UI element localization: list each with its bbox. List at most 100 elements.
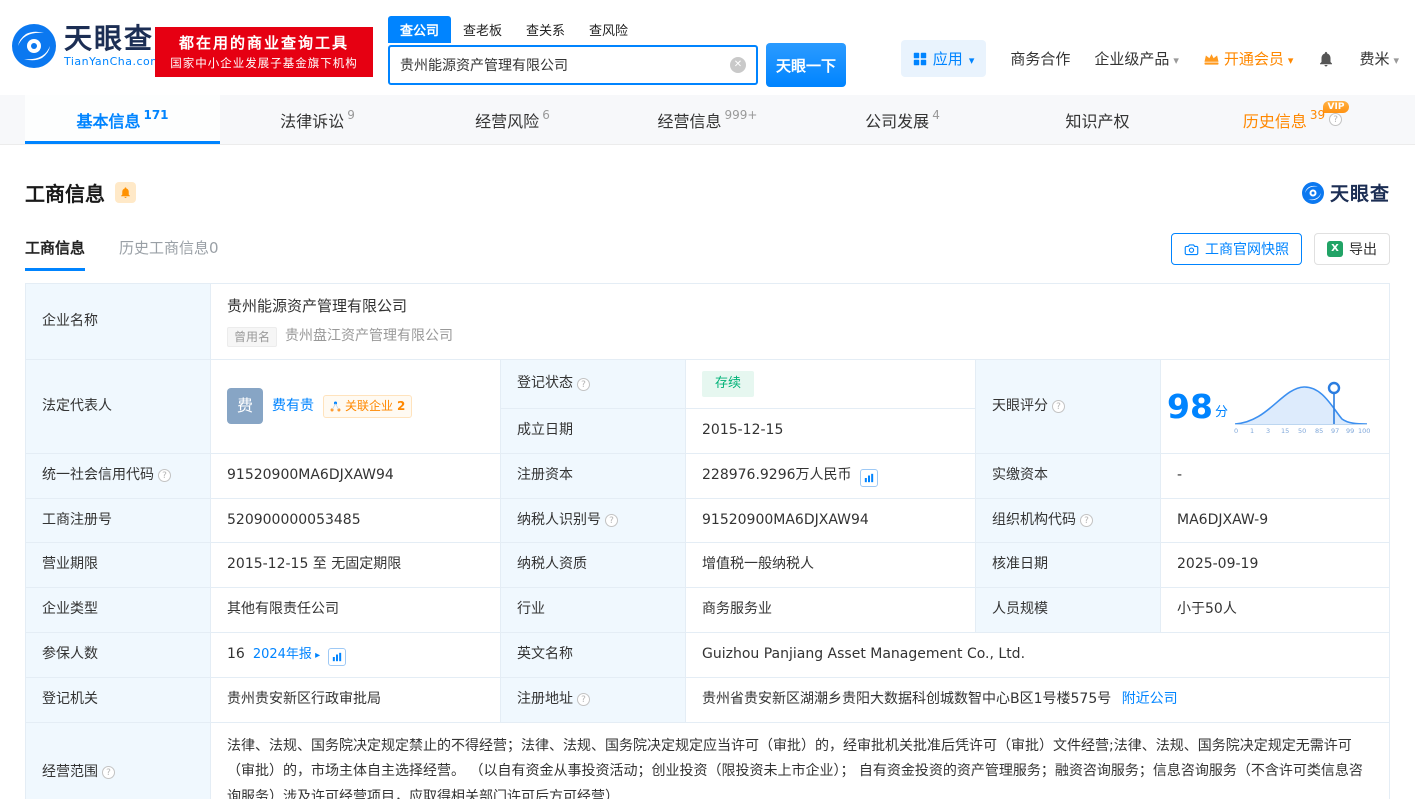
tab-operation-risk[interactable]: 经营风险 6 [415, 95, 610, 144]
reg-number-value: 520900000053485 [211, 498, 501, 543]
reg-capital-label: 注册资本 [501, 453, 686, 498]
establish-date-value: 2015-12-15 [686, 409, 976, 454]
subtab-business-info[interactable]: 工商信息 [25, 237, 85, 271]
help-icon[interactable] [1080, 514, 1093, 527]
tab-operation-info[interactable]: 经营信息 999+ [610, 95, 805, 144]
tyc-score: 98 分 0 1 3 15 50 85 97 [1167, 377, 1383, 435]
paid-capital-value: - [1161, 453, 1390, 498]
paid-capital-label: 实缴资本 [976, 453, 1161, 498]
svg-text:1: 1 [1250, 427, 1254, 435]
subtabs: 工商信息 历史工商信息0 [25, 237, 219, 271]
promo-line2: 国家中小企业发展子基金旗下机构 [161, 55, 367, 72]
tab-intellectual-property[interactable]: 知识产权 [1000, 95, 1195, 144]
brand-name: 天眼查 [64, 24, 161, 55]
staff-size-value: 小于50人 [1161, 588, 1390, 633]
insured-count-value: 16 [227, 646, 245, 662]
avatar[interactable]: 费 [227, 388, 263, 424]
approval-date-label: 核准日期 [976, 543, 1161, 588]
nav-enterprise-products[interactable]: 企业级产品 [1094, 48, 1179, 69]
table-row: 营业期限 2015-12-15 至 无固定期限 纳税人资质 增值税一般纳税人 核… [26, 543, 1390, 588]
legal-rep-link[interactable]: 费有贵 [272, 396, 314, 418]
company-name-value: 贵州能源资产管理有限公司 [227, 295, 1373, 318]
help-icon[interactable] [605, 514, 618, 527]
business-scope-value: 法律、法规、国务院决定规定禁止的不得经营；法律、法规、国务院决定规定应当许可（审… [227, 734, 1373, 799]
business-scope-label: 经营范围 [42, 762, 98, 784]
score-value: 98 [1167, 390, 1213, 423]
legal-rep-label: 法定代表人 [26, 359, 211, 453]
capital-trend-chart-icon[interactable] [860, 469, 878, 487]
username: 费米 [1359, 48, 1389, 69]
reg-address-label: 注册地址 [517, 689, 573, 711]
tab-history-info[interactable]: VIP 历史信息 39 [1195, 95, 1390, 144]
clear-search-icon[interactable] [730, 57, 746, 73]
search-tab-company[interactable]: 查公司 [388, 16, 451, 43]
chevron-down-icon [1173, 50, 1179, 68]
main-content: 工商信息 天眼查 工商信息 历史工商信息0 [0, 178, 1415, 799]
apps-menu-button[interactable]: 应用 [901, 40, 987, 77]
org-code-value: MA6DJXAW-9 [1161, 498, 1390, 543]
help-icon[interactable] [1329, 113, 1342, 126]
svg-text:99: 99 [1346, 427, 1354, 435]
user-menu[interactable]: 费米 [1359, 48, 1399, 69]
nav-cooperation[interactable]: 商务合作 [1010, 48, 1070, 69]
establish-date-label: 成立日期 [501, 409, 686, 454]
help-icon[interactable] [1052, 400, 1065, 413]
search-box[interactable] [388, 45, 758, 85]
search-button[interactable]: 天眼一下 [766, 43, 846, 87]
subscribe-bell-icon[interactable] [115, 182, 136, 203]
nav-open-vip[interactable]: 开通会员 [1203, 48, 1294, 69]
tab-company-development[interactable]: 公司发展 4 [805, 95, 1000, 144]
chevron-down-icon [1393, 50, 1399, 68]
subtab-history-business-info[interactable]: 历史工商信息0 [119, 237, 219, 271]
business-info-table: 企业名称 贵州能源资产管理有限公司 曾用名 贵州盘江资产管理有限公司 法定代表人… [25, 283, 1390, 799]
former-name-tag: 曾用名 [227, 327, 277, 347]
taxpayer-id-value: 91520900MA6DJXAW94 [686, 498, 976, 543]
search-tab-risk[interactable]: 查风险 [577, 16, 640, 43]
promo-line1: 都在用的商业查询工具 [161, 32, 367, 55]
top-nav: 应用 商务合作 企业级产品 开通会员 费米 [901, 40, 1399, 77]
svg-text:100: 100 [1358, 427, 1370, 435]
english-name-value: Guizhou Panjiang Asset Management Co., L… [686, 632, 1390, 677]
notification-bell-icon[interactable] [1317, 50, 1335, 68]
business-term-label: 营业期限 [26, 543, 211, 588]
help-icon[interactable] [577, 378, 590, 391]
table-row: 法定代表人 费 费有贵 关联企业 2 登 [26, 359, 1390, 408]
org-code-label: 组织机构代码 [992, 510, 1076, 532]
excel-icon [1327, 241, 1343, 257]
search-tabs: 查公司 查老板 查关系 查风险 [388, 16, 846, 43]
svg-text:0: 0 [1234, 427, 1238, 435]
svg-text:85: 85 [1315, 427, 1323, 435]
svg-text:15: 15 [1281, 427, 1289, 435]
help-icon[interactable] [102, 766, 115, 779]
watermark-text: 天眼查 [1330, 179, 1390, 206]
export-button[interactable]: 导出 [1314, 233, 1390, 265]
tab-basic-info[interactable]: 基本信息 171 [25, 95, 220, 144]
help-icon[interactable] [158, 469, 171, 482]
svg-text:97: 97 [1331, 427, 1339, 435]
official-snapshot-button[interactable]: 工商官网快照 [1171, 233, 1302, 265]
tianyancha-swirl-icon [10, 22, 58, 70]
score-distribution-chart: 0 1 3 15 50 85 97 99 100 [1230, 377, 1372, 435]
annual-report-link[interactable]: 2024年报 [253, 647, 320, 662]
promo-banner: 都在用的商业查询工具 国家中小企业发展子基金旗下机构 [155, 27, 373, 77]
search-input[interactable] [400, 57, 730, 73]
vip-badge: VIP [1323, 101, 1350, 113]
insured-trend-chart-icon[interactable] [328, 648, 346, 666]
search-tab-relation[interactable]: 查关系 [514, 16, 577, 43]
nearby-companies-link[interactable]: 附近公司 [1122, 691, 1178, 707]
tianyancha-logo[interactable]: 天眼查 TianYanCha.com [10, 22, 161, 70]
svg-text:3: 3 [1266, 427, 1270, 435]
tab-legal-proceedings[interactable]: 法律诉讼 9 [220, 95, 415, 144]
table-row: 登记机关 贵州贵安新区行政审批局 注册地址 贵州省贵安新区湖潮乡贵阳大数据科创城… [26, 677, 1390, 722]
related-companies-badge[interactable]: 关联企业 2 [323, 395, 412, 418]
search-tab-boss[interactable]: 查老板 [451, 16, 514, 43]
reg-status-label: 登记状态 [517, 373, 573, 395]
reg-authority-value: 贵州贵安新区行政审批局 [211, 677, 501, 722]
apps-label: 应用 [933, 48, 963, 69]
table-row: 参保人数 162024年报 英文名称 Guizhou Panjiang Asse… [26, 632, 1390, 677]
company-type-label: 企业类型 [26, 588, 211, 633]
table-row: 企业名称 贵州能源资产管理有限公司 曾用名 贵州盘江资产管理有限公司 [26, 284, 1390, 360]
table-row: 经营范围 法律、法规、国务院决定规定禁止的不得经营；法律、法规、国务院决定规定应… [26, 722, 1390, 799]
help-icon[interactable] [577, 693, 590, 706]
reg-authority-label: 登记机关 [26, 677, 211, 722]
